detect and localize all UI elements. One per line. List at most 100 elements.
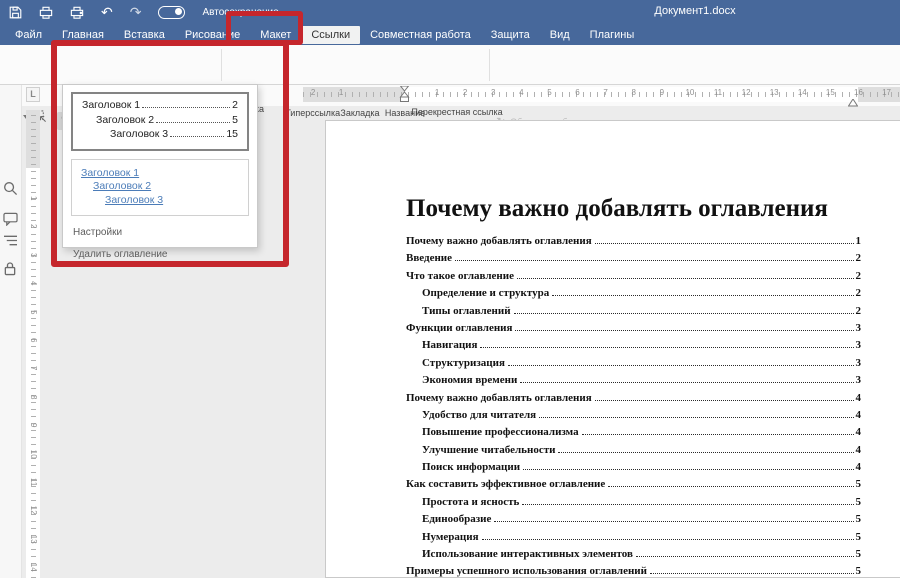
toc-entry[interactable]: Улучшение читабельности 4 bbox=[406, 444, 861, 461]
ruler-number: 3 bbox=[19, 248, 47, 262]
ruler-number: 4 bbox=[507, 88, 535, 97]
toc-entry-text: Почему важно добавлять оглавления bbox=[406, 235, 592, 247]
menu-tab[interactable]: Вид bbox=[540, 26, 580, 44]
indent-marker-icon[interactable] bbox=[399, 86, 410, 108]
toc-entry[interactable]: Структуризация 3 bbox=[406, 357, 861, 374]
toc-entry[interactable]: Функции оглавления 3 bbox=[406, 322, 861, 339]
toc-entry-page: 2 bbox=[856, 270, 862, 282]
ruler-number: 2 bbox=[299, 88, 327, 97]
dot-leader bbox=[515, 330, 853, 331]
menu-tab[interactable]: Макет bbox=[250, 26, 301, 44]
toc-entry[interactable]: Повышение профессионализма 4 bbox=[406, 426, 861, 443]
menu-tab[interactable]: Файл bbox=[5, 26, 52, 44]
ruler-number: 12 bbox=[19, 503, 47, 517]
dot-leader bbox=[595, 400, 854, 401]
comments-icon[interactable] bbox=[3, 212, 18, 231]
toc-entry[interactable]: Экономия времени 3 bbox=[406, 374, 861, 391]
ruler-number: 4 bbox=[19, 276, 47, 290]
autosave-toggle[interactable] bbox=[158, 6, 185, 19]
toc-entry[interactable]: Определение и структура 2 bbox=[406, 287, 861, 304]
toc-style-preview-row: Заголовок 1 2 bbox=[82, 99, 238, 114]
quick-print-icon[interactable] bbox=[70, 6, 84, 19]
document-page[interactable]: Почему важно добавлять оглавления Почему… bbox=[325, 120, 900, 578]
toc-entry-page: 5 bbox=[856, 478, 862, 490]
dot-leader bbox=[636, 556, 854, 557]
ruler-number: 13 bbox=[760, 88, 788, 97]
ruler-number: 10 bbox=[676, 88, 704, 97]
menu-tab[interactable]: Совместная работа bbox=[360, 26, 481, 44]
ruler-number: 1 bbox=[19, 191, 47, 205]
toc-entry-page: 4 bbox=[856, 426, 862, 438]
toc-entry-page: 2 bbox=[856, 252, 862, 264]
headings-icon[interactable] bbox=[3, 234, 18, 252]
vertical-ruler[interactable]: 1234567891011121314 bbox=[26, 110, 40, 578]
toc-entry[interactable]: Нумерация 5 bbox=[406, 531, 861, 548]
toc-settings-item[interactable]: Настройки bbox=[71, 227, 249, 238]
ruler-number: 5 bbox=[535, 88, 563, 97]
menu-tab[interactable]: Рисование bbox=[175, 26, 250, 44]
menu-tab[interactable]: Главная bbox=[52, 26, 114, 44]
toc-entry[interactable]: Что такое оглавление 2 bbox=[406, 270, 861, 287]
toc-style-preview-row: Заголовок 3 15 bbox=[82, 128, 238, 143]
right-indent-marker-icon[interactable] bbox=[848, 94, 858, 112]
dot-leader bbox=[508, 365, 854, 366]
print-icon[interactable] bbox=[39, 6, 53, 19]
toc-entry[interactable]: Единообразие 5 bbox=[406, 513, 861, 530]
toc-entry-text: Определение и структура bbox=[422, 287, 549, 299]
ruler-number: 14 bbox=[788, 88, 816, 97]
dot-leader bbox=[455, 260, 853, 261]
toc-entry[interactable]: Как составить эффективное оглавление 5 bbox=[406, 478, 861, 495]
toc-entry-page: 5 bbox=[856, 548, 862, 560]
toc-entry-text: Введение bbox=[406, 252, 452, 264]
toc-entry-text: Почему важно добавлять оглавления bbox=[406, 392, 592, 404]
ruler-number: 2 bbox=[451, 88, 479, 97]
ruler-number: 10 bbox=[19, 447, 47, 461]
toc-entry-page: 4 bbox=[856, 461, 862, 473]
ruler-number: 6 bbox=[19, 333, 47, 347]
toc-entry-text: Навигация bbox=[422, 339, 477, 351]
protect-icon[interactable] bbox=[3, 261, 17, 281]
menu-tab[interactable]: Вставка bbox=[114, 26, 175, 44]
toc-entry-text: Поиск информации bbox=[422, 461, 520, 473]
ruler-number: 1 bbox=[327, 88, 355, 97]
toc-entry[interactable]: Почему важно добавлять оглавления 4 bbox=[406, 392, 861, 409]
toc-entry-page: 4 bbox=[856, 409, 862, 421]
toc-entry[interactable]: Удобство для читателя 4 bbox=[406, 409, 861, 426]
autosave-label: Автосохранение bbox=[202, 7, 278, 18]
ruler-number: 17 bbox=[873, 88, 900, 97]
toc-entry-text: Экономия времени bbox=[422, 374, 517, 386]
toc-entry[interactable]: Введение 2 bbox=[406, 252, 861, 269]
menu-tab[interactable]: Плагины bbox=[580, 26, 645, 44]
toc-entry[interactable]: Почему важно добавлять оглавления 1 bbox=[406, 235, 861, 252]
ruler-number: 7 bbox=[19, 362, 47, 376]
toc-entry[interactable]: Простота и ясность 5 bbox=[406, 496, 861, 513]
tab-stop-selector[interactable]: L bbox=[26, 87, 40, 102]
dot-leader bbox=[558, 452, 853, 453]
toc-entry[interactable]: Использование интерактивных элементов 5 bbox=[406, 548, 861, 565]
dot-leader bbox=[523, 469, 853, 470]
toc-entry[interactable]: Типы оглавлений 2 bbox=[406, 305, 861, 322]
dot-leader bbox=[517, 278, 854, 279]
toc-style-preview-row: Заголовок 3 bbox=[81, 194, 239, 208]
document-heading: Почему важно добавлять оглавления bbox=[406, 195, 886, 223]
toc-entry[interactable]: Навигация 3 bbox=[406, 339, 861, 356]
toc-remove-item[interactable]: Удалить оглавление bbox=[71, 249, 249, 260]
menu-tab[interactable]: Защита bbox=[481, 26, 540, 44]
menu-tab[interactable]: Ссылки bbox=[301, 26, 360, 44]
toc-style-option-links[interactable]: Заголовок 1 Заголовок 2 Заголовок 3 bbox=[71, 159, 249, 217]
toc-entry-page: 3 bbox=[856, 322, 862, 334]
toc-dropdown-menu: Заголовок 1 2 Заголовок 2 5 Заголовок 3 … bbox=[62, 84, 258, 248]
ruler-number: 9 bbox=[648, 88, 676, 97]
save-icon[interactable] bbox=[9, 6, 22, 19]
dot-leader bbox=[142, 107, 230, 108]
undo-icon[interactable]: ↶ bbox=[101, 5, 113, 19]
ribbon-toolbar: ✂ Оглавление bbox=[0, 45, 900, 85]
toc-entry-page: 3 bbox=[856, 339, 862, 351]
toc-entry[interactable]: Примеры успешного использования оглавлен… bbox=[406, 565, 861, 578]
redo-icon[interactable]: ↷ bbox=[130, 5, 142, 19]
ruler-number: 12 bbox=[732, 88, 760, 97]
search-icon[interactable] bbox=[3, 181, 18, 201]
horizontal-ruler[interactable]: 21 1234567891011121314151617 bbox=[303, 87, 900, 102]
toc-entry[interactable]: Поиск информации 4 bbox=[406, 461, 861, 478]
toc-style-option-numbered[interactable]: Заголовок 1 2 Заголовок 2 5 Заголовок 3 … bbox=[71, 92, 249, 151]
